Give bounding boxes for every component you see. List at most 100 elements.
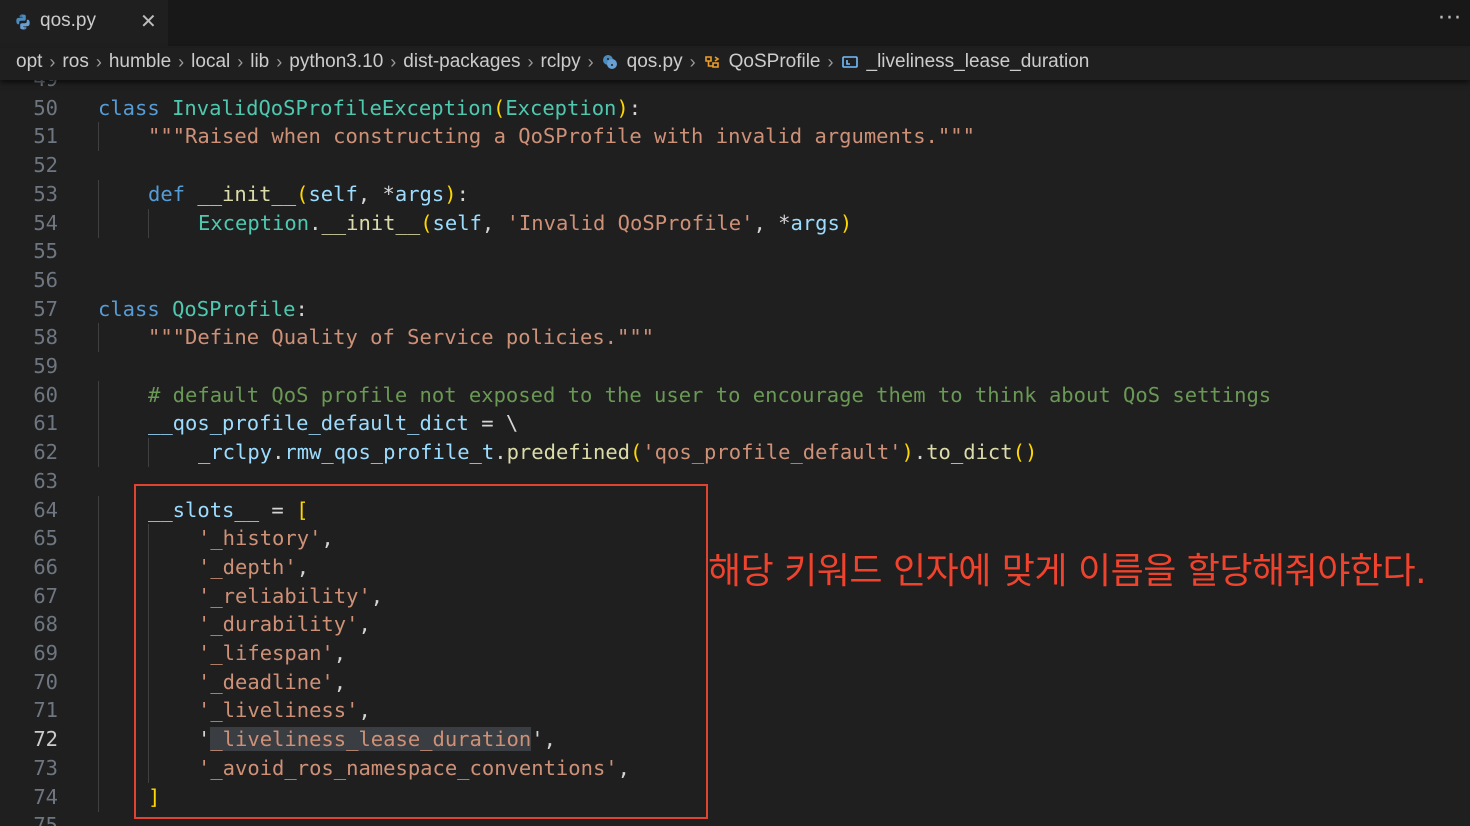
code-token: __init__ xyxy=(321,210,421,235)
code-token: args xyxy=(790,210,840,235)
indent-guide xyxy=(98,438,99,468)
breadcrumb-separator: › xyxy=(827,51,834,72)
code-line: 61 __qos_profile_default_dict = \ xyxy=(0,409,1470,439)
breadcrumb-label: dist-packages xyxy=(403,51,521,72)
code-token: , xyxy=(481,210,507,235)
code-token: class xyxy=(98,296,160,321)
code-token: """Raised when constructing a QoSProfile… xyxy=(148,124,975,149)
code-token: rmw_qos_profile_t xyxy=(284,440,495,465)
line-number: 54 xyxy=(33,210,58,235)
indent-guide xyxy=(148,208,149,238)
breadcrumb-label: QoSProfile xyxy=(728,51,821,72)
code-text: __qos_profile_default_dict = \ xyxy=(148,409,518,438)
tab-label: qos.py xyxy=(40,10,96,31)
code-token: : xyxy=(456,181,469,206)
code-line: 57 class QoSProfile: xyxy=(0,295,1470,324)
breadcrumb-item[interactable]: python3.10 xyxy=(289,51,383,73)
code-token: : xyxy=(295,296,308,321)
python-file-icon xyxy=(602,55,617,69)
breadcrumb-separator: › xyxy=(527,51,534,72)
line-number: 75 xyxy=(33,813,58,826)
line-number: 58 xyxy=(33,325,58,350)
breadcrumb-item[interactable]: local xyxy=(191,51,230,73)
code-text: """Define Quality of Service policies.""… xyxy=(148,323,654,352)
breadcrumb-label: rclpy xyxy=(540,51,581,72)
code-token: _rclpy xyxy=(198,440,273,465)
code-token: ) xyxy=(444,181,457,206)
code-token: QoSProfile xyxy=(172,296,296,321)
code-token: self xyxy=(308,181,358,206)
code-token: ( xyxy=(492,95,506,120)
code-token: class xyxy=(98,95,160,120)
breadcrumb-item[interactable]: rclpy xyxy=(541,51,581,73)
line-number: 73 xyxy=(33,755,58,780)
line-number: 62 xyxy=(33,440,58,465)
breadcrumb-label: opt xyxy=(16,51,43,72)
breadcrumb-item[interactable]: QoSProfile xyxy=(703,51,821,73)
code-token: predefined xyxy=(506,440,630,465)
indent-guide xyxy=(98,581,99,611)
code-token: args xyxy=(394,181,445,206)
breadcrumb-item[interactable]: ros xyxy=(62,51,88,73)
breadcrumb-item[interactable]: qos.py xyxy=(601,51,683,73)
python-file-icon xyxy=(16,14,30,30)
indent-guide xyxy=(98,524,99,554)
code-token: Exception xyxy=(198,210,310,235)
code-text: _rclpy.rmw_qos_profile_t.predefined('qos… xyxy=(198,438,1037,467)
code-text: def __init__(self, *args): xyxy=(148,180,469,209)
indent-guide xyxy=(98,667,99,697)
line-number: 67 xyxy=(33,583,58,608)
tab-qos-py[interactable]: qos.py ✕ xyxy=(0,0,168,46)
breadcrumb-item[interactable]: humble xyxy=(109,51,171,73)
indent-guide xyxy=(98,639,99,668)
line-number: 72 xyxy=(33,727,58,752)
tab-bar: qos.py ✕ ··· xyxy=(0,0,1470,46)
code-text: """Raised when constructing a QoSProfile… xyxy=(148,122,975,151)
code-token: __qos_profile_default_dict xyxy=(148,411,469,436)
code-line: 60 # default QoS profile not exposed to t… xyxy=(0,380,1470,410)
breadcrumb-item[interactable]: dist-packages xyxy=(403,51,520,73)
code-text: class InvalidQoSProfileException(Excepti… xyxy=(98,94,641,123)
code-token: . xyxy=(494,440,507,465)
line-number: 71 xyxy=(33,698,58,723)
breadcrumb-item[interactable]: lib xyxy=(250,51,269,73)
code-line: 50 class InvalidQoSProfileException(Excep… xyxy=(0,94,1470,123)
line-number: 50 xyxy=(33,95,58,120)
code-token: , * xyxy=(357,181,395,206)
line-number: 70 xyxy=(33,669,58,694)
code-token: 'qos_profile_default' xyxy=(642,440,902,465)
code-token: ) xyxy=(901,440,914,465)
breadcrumb-label: lib xyxy=(250,51,270,72)
indent-guide xyxy=(98,782,99,812)
code-token: ( xyxy=(296,181,309,206)
code-token: Exception xyxy=(505,95,617,120)
more-actions-icon[interactable]: ··· xyxy=(1438,6,1462,31)
breadcrumb-item[interactable]: opt xyxy=(16,51,42,73)
line-number: 69 xyxy=(33,641,58,665)
code-text: Exception.__init__(self, 'Invalid QoSPro… xyxy=(198,209,852,238)
line-number: 61 xyxy=(33,411,58,436)
breadcrumb-label: qos.py xyxy=(626,51,683,72)
code-text: # default QoS profile not exposed to the… xyxy=(148,381,1271,410)
breadcrumb-label: local xyxy=(191,51,231,72)
breadcrumb-separator: › xyxy=(390,51,397,72)
code-token: # default QoS profile not exposed to the… xyxy=(148,382,1272,407)
indent-guide xyxy=(98,122,99,152)
breadcrumb-label: _liveliness_lease_duration xyxy=(866,51,1090,72)
indent-guide xyxy=(98,696,99,726)
line-number: 74 xyxy=(33,784,58,809)
indent-guide xyxy=(98,323,99,353)
code-line: 54 Exception.__init__(self, 'Invalid QoSP… xyxy=(0,208,1470,238)
breadcrumb-separator: › xyxy=(178,51,185,72)
code-token: = \ xyxy=(468,411,519,436)
line-number: 52 xyxy=(33,153,58,178)
breadcrumb: opt › ros › humble › local › lib › python3.10 › dist… xyxy=(0,48,1470,80)
code-token: , * xyxy=(753,210,791,235)
breadcrumb-item[interactable]: _liveliness_lease_duration xyxy=(841,51,1090,73)
close-icon[interactable]: ✕ xyxy=(140,9,157,33)
line-number: 49 xyxy=(0,80,58,94)
code-line: 51 """Raised when constructing a QoSProfi… xyxy=(0,122,1470,152)
breadcrumb-separator: › xyxy=(276,51,283,72)
